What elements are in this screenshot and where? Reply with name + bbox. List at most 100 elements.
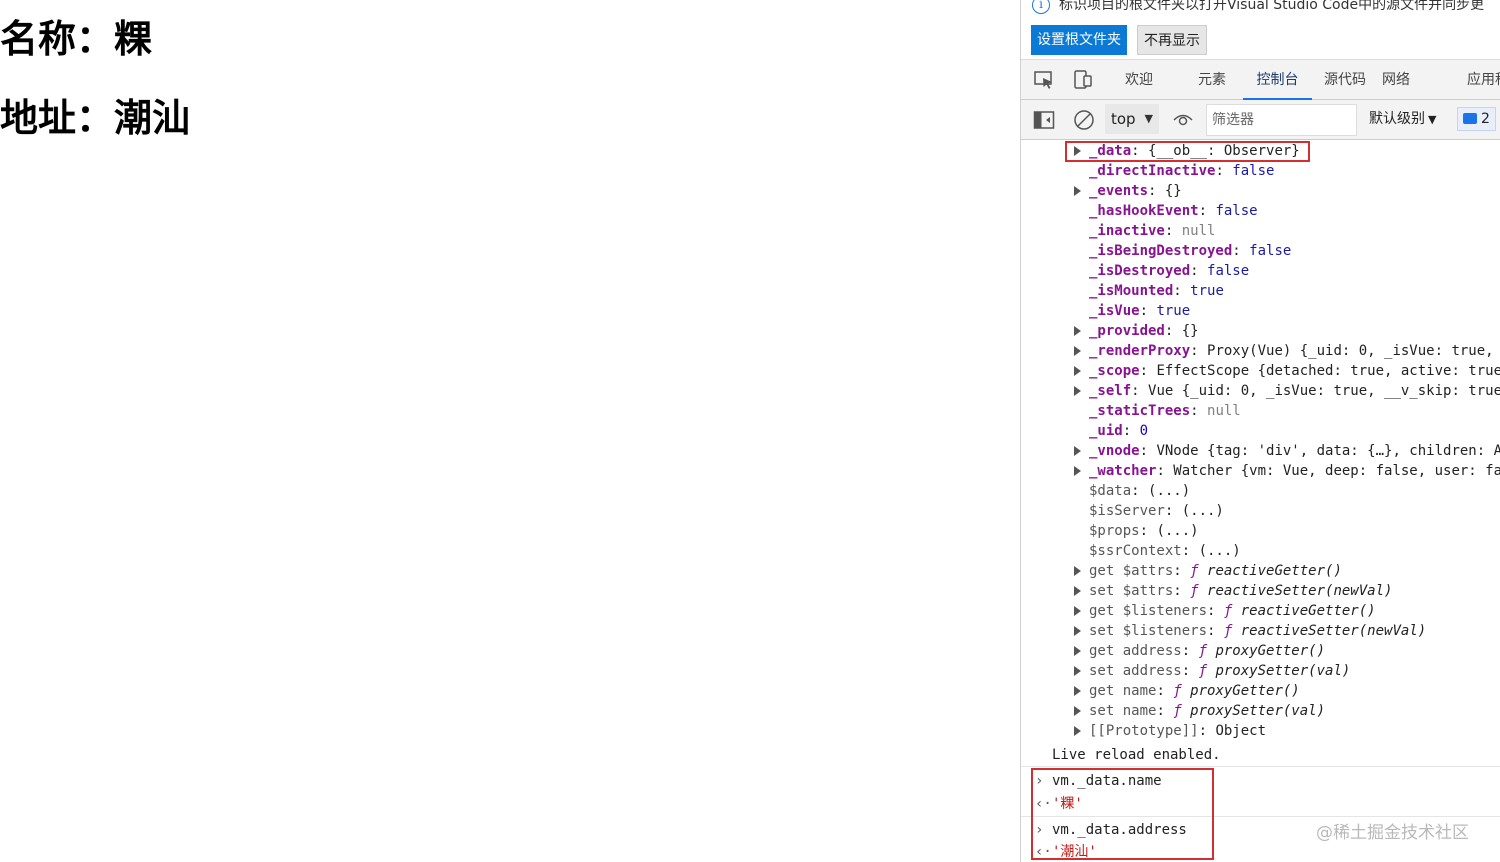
property-text: _provided: {} — [1089, 321, 1199, 341]
property-value: ƒ proxyGetter() — [1198, 643, 1326, 659]
filter-input[interactable] — [1206, 104, 1357, 136]
expand-triangle-icon[interactable] — [1074, 446, 1081, 456]
device-emulation-icon[interactable] — [1072, 69, 1094, 91]
property-text: $data: (...) — [1089, 481, 1190, 501]
live-expression-eye-icon[interactable] — [1172, 110, 1194, 130]
issues-badge[interactable]: 2 — [1457, 107, 1496, 131]
property-key: _data — [1089, 143, 1132, 159]
property-colon: : — [1173, 563, 1191, 579]
inspect-element-icon[interactable] — [1033, 69, 1055, 91]
property-key: _renderProxy — [1089, 343, 1191, 359]
property-colon: : — [1164, 323, 1182, 339]
property-key: $isServer — [1089, 503, 1165, 519]
expand-triangle-icon[interactable] — [1074, 666, 1081, 676]
expand-triangle-icon[interactable] — [1074, 646, 1081, 656]
property-key: _events — [1089, 183, 1149, 199]
property-colon: : — [1156, 703, 1174, 719]
property-text: _isBeingDestroyed: false — [1089, 241, 1291, 261]
expand-triangle-icon[interactable] — [1074, 686, 1081, 696]
property-value: ƒ reactiveSetter(newVal) — [1223, 623, 1427, 639]
property-value: VNode {tag: 'div', data: {…}, children: … — [1156, 443, 1500, 459]
tab-welcome[interactable]: 欢迎 — [1125, 60, 1153, 100]
property-colon: : — [1131, 143, 1149, 159]
expand-triangle-icon[interactable] — [1074, 326, 1081, 336]
property-text: _isDestroyed: false — [1089, 261, 1249, 281]
property-text: _isVue: true — [1089, 301, 1190, 321]
expand-triangle-icon[interactable] — [1074, 346, 1081, 356]
property-text: _staticTrees: null — [1089, 401, 1241, 421]
property-text: _isMounted: true — [1089, 281, 1224, 301]
property-text: _directInactive: false — [1089, 161, 1274, 181]
property-key: _scope — [1089, 363, 1140, 379]
tab-console[interactable]: 控制台 — [1243, 60, 1312, 100]
property-colon: : — [1173, 583, 1191, 599]
property-text: set address: ƒ proxySetter(val) — [1089, 661, 1350, 681]
property-text: $props: (...) — [1089, 521, 1199, 541]
page-content: 名称：粿 地址：潮汕 — [0, 0, 1020, 862]
property-colon: : — [1131, 483, 1149, 499]
dropdown-arrow-icon: ▼ — [1144, 112, 1153, 125]
dont-show-again-button[interactable]: 不再显示 — [1137, 25, 1207, 55]
expand-triangle-icon[interactable] — [1074, 586, 1081, 596]
property-text: $ssrContext: (...) — [1089, 541, 1241, 561]
expand-triangle-icon[interactable] — [1074, 606, 1081, 616]
expand-triangle-icon[interactable] — [1074, 386, 1081, 396]
expand-triangle-icon[interactable] — [1074, 466, 1081, 476]
property-colon: : — [1207, 623, 1224, 639]
property-colon: : — [1190, 403, 1208, 419]
dropdown-arrow-icon: ▼ — [1428, 113, 1437, 126]
property-key: _hasHookEvent — [1089, 203, 1199, 219]
devtools-infobar: i 标识项目的根文件夹以打开Visual Studio Code中的源文件并同步… — [1021, 0, 1500, 58]
property-text: get address: ƒ proxyGetter() — [1089, 641, 1325, 661]
property-value: true — [1156, 303, 1191, 319]
property-text: _renderProxy: Proxy(Vue) {_uid: 0, _isVu… — [1089, 341, 1500, 361]
property-colon: : — [1164, 503, 1182, 519]
expand-triangle-icon[interactable] — [1074, 186, 1081, 196]
property-key: set $attrs — [1089, 583, 1174, 599]
divider — [1021, 816, 1500, 817]
tab-application[interactable]: 应用程 — [1467, 60, 1500, 100]
toggle-sidebar-icon[interactable] — [1033, 110, 1055, 130]
result-text: '粿' — [1052, 796, 1083, 812]
property-text: _data: {__ob__: Observer} — [1089, 141, 1300, 161]
property-colon: : — [1181, 543, 1199, 559]
address-heading: 地址：潮汕 — [0, 96, 191, 140]
tab-elements[interactable]: 元素 — [1198, 60, 1226, 100]
expand-triangle-icon[interactable] — [1074, 706, 1081, 716]
property-text: _scope: EffectScope {detached: true, act… — [1089, 361, 1500, 381]
tab-sources[interactable]: 源代码 — [1324, 60, 1366, 100]
property-value: {} — [1181, 323, 1199, 339]
expand-triangle-icon[interactable] — [1074, 366, 1081, 376]
divider — [1021, 766, 1500, 767]
property-value: ƒ reactiveSetter(newVal) — [1190, 583, 1393, 599]
property-key: _isBeingDestroyed — [1089, 243, 1233, 259]
property-colon: : — [1181, 663, 1199, 679]
expand-triangle-icon[interactable] — [1074, 146, 1081, 156]
property-text: $isServer: (...) — [1089, 501, 1224, 521]
expand-triangle-icon[interactable] — [1074, 726, 1081, 736]
context-selector[interactable]: top ▼ — [1105, 104, 1159, 134]
property-text: _uid: 0 — [1089, 421, 1148, 441]
expand-triangle-icon[interactable] — [1074, 626, 1081, 636]
console-log-message: Live reload enabled. — [1052, 747, 1221, 763]
property-value: (...) — [1148, 483, 1191, 499]
command-text: vm._data.name — [1052, 773, 1162, 789]
property-value: false — [1249, 243, 1292, 259]
property-colon: : — [1173, 283, 1191, 299]
message-icon — [1463, 113, 1477, 124]
property-key: get $attrs — [1089, 563, 1174, 579]
expand-triangle-icon[interactable] — [1074, 566, 1081, 576]
property-key: _watcher — [1089, 463, 1157, 479]
clear-console-icon[interactable] — [1073, 109, 1095, 131]
tab-network[interactable]: 网络 — [1382, 60, 1410, 100]
devtools-panel: i 标识项目的根文件夹以打开Visual Studio Code中的源文件并同步… — [1020, 0, 1500, 862]
property-key: [[Prototype]] — [1089, 723, 1199, 739]
property-value: (...) — [1156, 523, 1199, 539]
log-level-selector[interactable]: 默认级别 ▼ — [1369, 104, 1436, 134]
property-key: $data — [1089, 483, 1132, 499]
property-text: [[Prototype]]: Object — [1089, 721, 1266, 741]
property-text: _vnode: VNode {tag: 'div', data: {…}, ch… — [1089, 441, 1500, 461]
property-value: false — [1232, 163, 1275, 179]
set-root-folder-button[interactable]: 设置根文件夹 — [1031, 25, 1127, 55]
console-toolbar: top ▼ 默认级别▼ 2 — [1021, 100, 1500, 140]
